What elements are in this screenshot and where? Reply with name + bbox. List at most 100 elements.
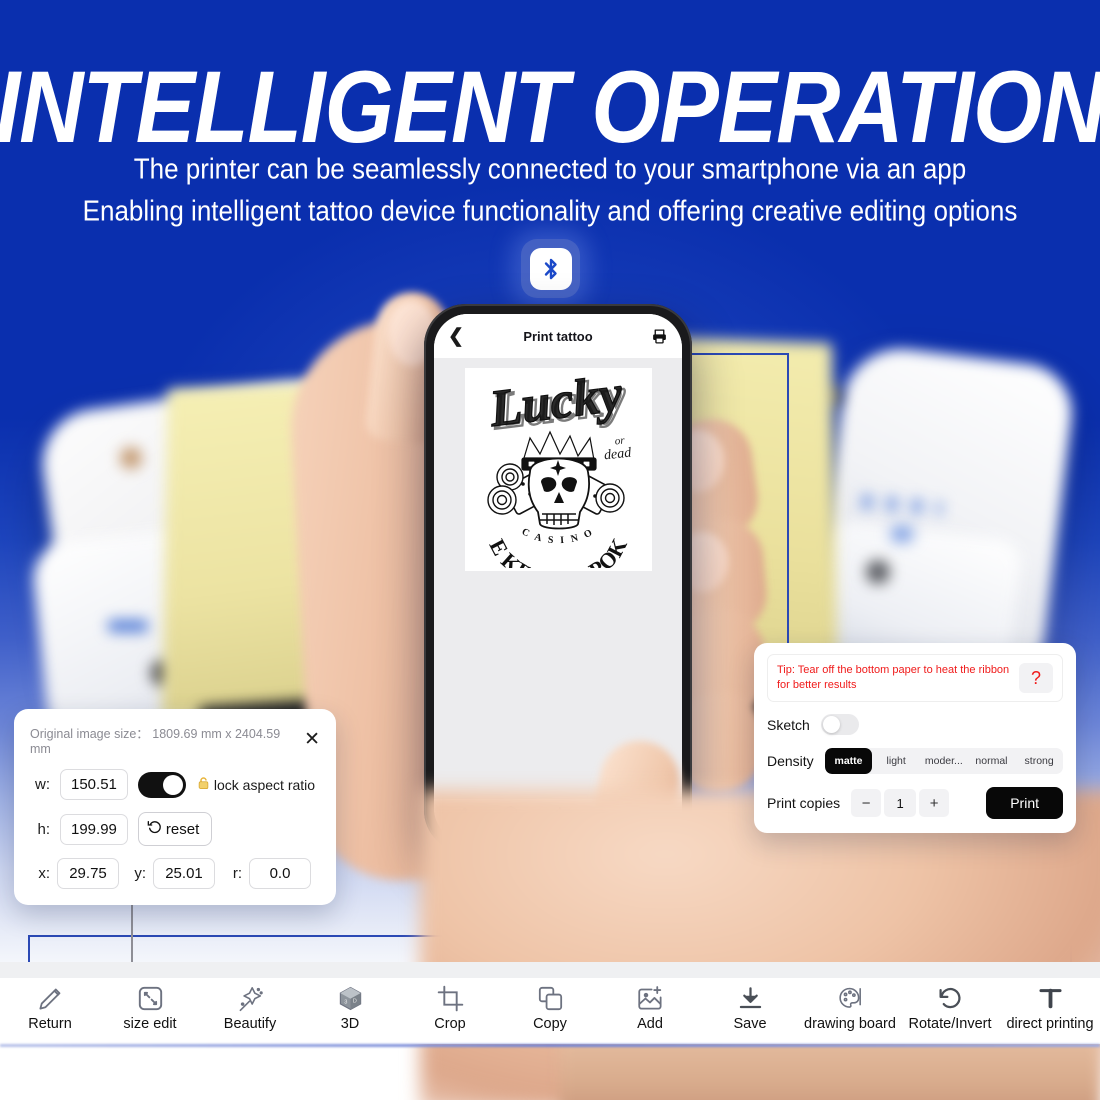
resize-icon — [137, 982, 164, 1012]
toolbar-item-save[interactable]: Save — [700, 982, 800, 1032]
connector-line-print-h — [679, 353, 788, 355]
width-row: w: 150.51 lock aspect ratio — [30, 769, 320, 800]
density-option-normal[interactable]: normal — [968, 748, 1016, 774]
width-input[interactable]: 150.51 — [60, 769, 128, 800]
original-size-text: Original image size： 1809.69 mm x 2404.5… — [30, 723, 304, 756]
subtitle-line-1: The printer can be seamlessly connected … — [133, 152, 967, 185]
subtitle-line-2: Enabling intelligent tattoo device funct… — [82, 194, 1018, 227]
chevron-left-icon[interactable]: ❮ — [448, 327, 464, 346]
toolbar-item-label: 3D — [340, 1016, 360, 1032]
print-button[interactable]: Print — [986, 787, 1063, 819]
download-icon — [737, 982, 764, 1012]
toolbar-item-size-edit[interactable]: size edit — [100, 982, 200, 1032]
toolbar-bottom-fill — [0, 1036, 1100, 1044]
printer-right-power-icon — [882, 525, 922, 543]
printer-left-led — [108, 620, 148, 632]
svg-text:D: D — [352, 998, 356, 1004]
copies-stepper: − 1 + — [851, 789, 950, 817]
question-circle-icon[interactable]: ? — [1019, 663, 1053, 693]
reset-icon — [147, 819, 163, 839]
svg-text:Lucky: Lucky — [489, 372, 630, 441]
sketch-row: Sketch — [767, 714, 1063, 735]
x-input[interactable]: 29.75 — [57, 858, 119, 889]
page-title: INTELLIGENT OPERATION — [0, 49, 1100, 164]
tattoo-artwork[interactable]: Lucky Lucky or dead C A S I N O E K OK — [464, 368, 652, 571]
print-copies-label: Print copies — [767, 795, 841, 811]
toolbar-item-copy[interactable]: Copy — [500, 982, 600, 1032]
density-option-moderate[interactable]: moder... — [920, 748, 968, 774]
height-label: h: — [37, 820, 50, 838]
minus-icon[interactable]: − — [851, 789, 882, 817]
toolbar-item-label: size edit — [123, 1016, 177, 1032]
tip-box: Tip: Tear off the bottom paper to heat t… — [767, 654, 1063, 702]
connector-line-print-v — [787, 353, 789, 643]
lock-aspect-label: lock aspect ratio — [213, 776, 316, 793]
x-label: x: — [38, 865, 50, 882]
toolbar-item-direct-printing[interactable]: direct printing — [1000, 982, 1100, 1032]
toolbar-bottom-line — [0, 1044, 1100, 1047]
density-option-strong[interactable]: strong — [1015, 748, 1063, 774]
bluetooth-icon — [529, 247, 572, 290]
tip-text: Tip: Tear off the bottom paper to heat t… — [777, 664, 1010, 691]
bluetooth-badge — [521, 239, 580, 298]
size-edit-dialog: Original image size： 1809.69 mm x 2404.5… — [14, 709, 336, 905]
density-segmented-control: matte light moder... normal strong — [824, 748, 1063, 774]
sketch-label: Sketch — [767, 716, 810, 733]
width-label: w: — [35, 776, 50, 793]
printer-icon[interactable] — [651, 328, 668, 345]
printer-left-dot — [120, 447, 142, 469]
toolbar-item-label: direct printing — [1006, 1016, 1094, 1032]
plus-icon[interactable]: + — [919, 789, 950, 817]
app-navbar: ❮ Print tattoo — [434, 314, 682, 358]
print-settings-panel: Tip: Tear off the bottom paper to heat t… — [754, 643, 1076, 833]
height-input[interactable]: 199.99 — [60, 813, 128, 845]
toolbar-item-label: Rotate/Invert — [908, 1016, 992, 1032]
y-label: y: — [134, 865, 146, 882]
lock-icon — [196, 775, 211, 794]
tattoo-svg: Lucky Lucky or dead C A S I N O E K OK — [468, 372, 633, 568]
toolbar-top-strip — [0, 962, 1100, 978]
density-option-matte[interactable]: matte — [824, 748, 873, 774]
reset-label: reset — [165, 820, 200, 838]
density-label: Density — [767, 753, 814, 769]
copy-icon — [537, 982, 564, 1012]
toolbar-item-label: Crop — [434, 1016, 466, 1032]
copies-value[interactable]: 1 — [884, 789, 917, 817]
height-row: h: 199.99 reset — [30, 812, 320, 846]
toolbar-item-label: Save — [733, 1016, 767, 1032]
toolbar-item-return[interactable]: Return — [0, 982, 100, 1032]
sketch-toggle[interactable] — [820, 714, 859, 735]
toolbar-item-label: Beautify — [223, 1016, 277, 1032]
reset-button[interactable]: reset — [137, 812, 213, 846]
position-row: x: 29.75 y: 25.01 r: 0.0 — [30, 858, 320, 889]
poster-stage: INTELLIGENT OPERATION The printer can be… — [0, 0, 1100, 1100]
size-dialog-header: Original image size： 1809.69 mm x 2404.5… — [30, 723, 320, 756]
toolbar-item-3d[interactable]: 3 D 3D — [300, 982, 400, 1032]
app-title: Print tattoo — [523, 328, 593, 344]
density-option-light[interactable]: light — [872, 748, 920, 774]
toolbar-item-rotate-invert[interactable]: Rotate/Invert — [900, 982, 1000, 1032]
lock-aspect-text: lock aspect ratio — [196, 775, 315, 794]
toolbar-item-drawing-board[interactable]: drawing board — [800, 982, 900, 1032]
lock-aspect-toggle[interactable] — [137, 771, 186, 798]
magic-wand-icon — [237, 982, 264, 1012]
close-icon[interactable]: ✕ — [304, 730, 320, 749]
toolbar-item-label: Return — [28, 1016, 72, 1032]
y-input[interactable]: 25.01 — [153, 858, 215, 889]
density-row: Density matte light moder... normal stro… — [767, 748, 1063, 774]
toolbar-item-beautify[interactable]: Beautify — [200, 982, 300, 1032]
original-size-label: Original image size： — [30, 727, 149, 741]
r-input[interactable]: 0.0 — [249, 858, 311, 889]
toolbar-item-crop[interactable]: Crop — [400, 982, 500, 1032]
r-label: r: — [232, 865, 242, 882]
bottom-toolbar: Return size edit Beautify 3 D 3D Crop Co… — [0, 978, 1100, 1036]
app-canvas: Lucky Lucky or dead C A S I N O E K OK — [434, 358, 682, 798]
toolbar-item-add[interactable]: Add — [600, 982, 700, 1032]
palette-icon — [837, 982, 864, 1012]
rotate-left-icon — [937, 982, 964, 1012]
printer-right-button — [866, 560, 890, 584]
add-image-icon — [637, 982, 664, 1012]
toolbar-item-label: drawing board — [804, 1016, 896, 1032]
toolbar-item-label: Add — [637, 1016, 663, 1032]
toolbar-item-label: Copy — [533, 1016, 567, 1032]
